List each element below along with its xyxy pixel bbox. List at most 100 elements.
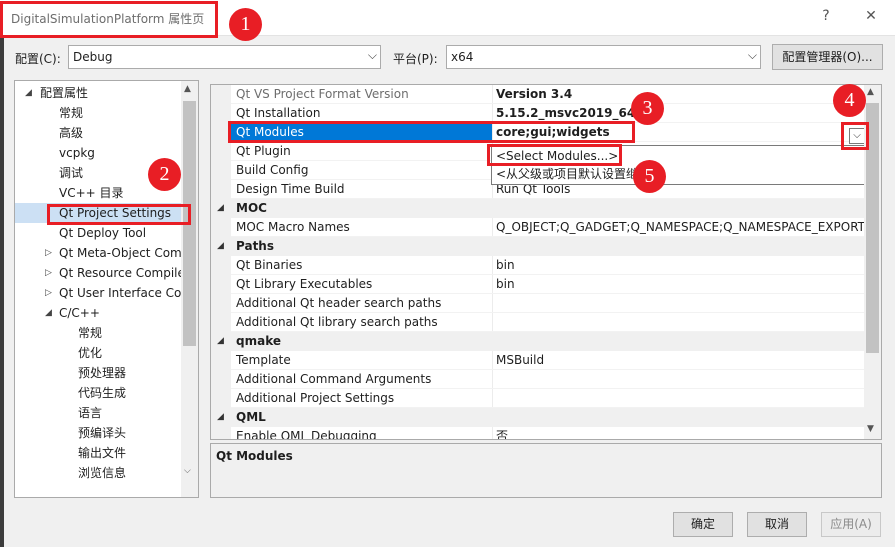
collapsed-arrow-icon[interactable]: ▷ [45,243,52,263]
row-gutter [211,180,231,199]
property-value[interactable]: MSBuild [496,351,544,370]
tree-item-label: Qt Meta-Object Com [59,246,182,260]
tree-scrollbar[interactable]: ▲ ⌵ [181,81,198,497]
tree-item[interactable]: 优化 [15,343,181,363]
row-gutter [211,142,231,161]
property-value[interactable]: bin [496,256,515,275]
property-value[interactable]: Version 3.4 [496,85,572,104]
scroll-down-icon[interactable]: ▼ [867,424,874,434]
dropdown-button[interactable]: ⌵ [849,128,865,144]
property-row[interactable]: Qt Installation 5.15.2_msvc2019_64 [211,104,866,123]
property-row[interactable]: Qt Library Executables bin [211,275,866,294]
property-row[interactable]: Qt VS Project Format Version Version 3.4 [211,85,866,104]
scroll-up-icon[interactable]: ▲ [184,84,191,94]
property-row[interactable]: Enable QML Debugging 否 [211,427,866,439]
platform-label: 平台(P): [393,52,438,66]
column-separator [492,370,493,389]
config-select[interactable]: Debug ⌵ [68,45,381,69]
property-scrollbar[interactable]: ▲ ▼ [864,85,881,439]
cancel-button[interactable]: 取消 [747,512,807,537]
tree-item[interactable]: 输出文件 [15,443,181,463]
tree-item-label: 常规 [78,326,103,340]
property-value[interactable]: bin [496,275,515,294]
tree-item[interactable]: 常规 [15,323,181,343]
expanded-arrow-icon[interactable]: ◢ [217,408,224,427]
config-value: Debug [73,50,113,64]
column-separator [492,427,493,439]
tree-item[interactable]: ▷ Qt Meta-Object Com [15,243,182,263]
expanded-arrow-icon[interactable]: ◢ [217,237,224,256]
platform-select[interactable]: x64 ⌵ [446,45,761,69]
tree-item-label: VC++ 目录 [59,186,124,200]
tree-item[interactable]: Qt Deploy Tool [15,223,181,243]
tree-item[interactable]: 常规 [15,103,181,123]
column-separator [492,294,493,313]
tree-item[interactable]: ▷ Qt User Interface Co [15,283,181,303]
property-row[interactable]: Additional Qt header search paths [211,294,866,313]
property-value[interactable]: Q_OBJECT;Q_GADGET;Q_NAMESPACE;Q_NAMESPAC… [496,218,865,237]
apply-button[interactable]: 应用(A) [821,512,881,537]
property-row[interactable]: MOC Macro Names Q_OBJECT;Q_GADGET;Q_NAMES… [211,218,866,237]
property-row[interactable]: Qt Modules core;gui;widgets [211,123,866,142]
expanded-arrow-icon[interactable]: ◢ [217,332,224,351]
property-name: Template [236,353,291,367]
scroll-down-icon[interactable]: ⌵ [184,466,191,476]
property-category[interactable]: ◢ MOC [211,199,866,218]
tree-item[interactable]: 浏览信息 [15,463,181,483]
tree-item[interactable]: 预处理器 [15,363,181,383]
tree-item-label: Qt Project Settings [59,206,172,220]
scroll-thumb[interactable] [866,103,879,353]
scroll-up-icon[interactable]: ▲ [867,87,874,97]
property-row[interactable]: Template MSBuild [211,351,866,370]
tree-item[interactable]: 高级 [15,123,181,143]
tree-item-label: 预编译头 [78,426,127,440]
tree-root[interactable]: ◢ 配置属性 [15,83,181,103]
help-icon[interactable]: ? [816,8,836,24]
title-bar: DigitalSimulationPlatform 属性页 ? ✕ [0,0,895,36]
modules-dropdown-list: <Select Modules...> <从父级或项目默认设置继 [491,145,866,185]
property-name: MOC Macro Names [236,220,350,234]
property-row[interactable]: Qt Binaries bin [211,256,866,275]
window-title: DigitalSimulationPlatform 属性页 [11,12,205,26]
tree-item-label: 输出文件 [78,446,127,460]
dropdown-item-inherit[interactable]: <从父级或项目默认设置继 [496,165,638,183]
property-value[interactable]: core;gui;widgets [496,123,610,142]
configuration-manager-button[interactable]: 配置管理器(O)... [772,44,883,70]
row-gutter [211,85,231,104]
property-row[interactable]: Additional Qt library search paths [211,313,866,332]
property-row[interactable]: Additional Command Arguments [211,370,866,389]
annotation-badge-3: 3 [631,92,664,125]
property-value[interactable]: 否 [496,427,508,439]
property-name: Qt VS Project Format Version [236,87,409,101]
ok-button[interactable]: 确定 [673,512,733,537]
tree-item[interactable]: ▷ Qt Resource Compile [15,263,185,283]
property-name: Qt Modules [236,125,304,139]
property-row[interactable]: Additional Project Settings [211,389,866,408]
property-grid: Qt VS Project Format Version Version 3.4 Q… [210,84,882,440]
expanded-arrow-icon[interactable]: ◢ [45,303,52,323]
collapsed-arrow-icon[interactable]: ▷ [45,283,52,303]
property-name: Additional Command Arguments [236,372,432,386]
close-icon[interactable]: ✕ [861,8,881,24]
property-value[interactable]: 5.15.2_msvc2019_64 [496,104,635,123]
scroll-thumb[interactable] [183,101,196,346]
property-category[interactable]: ◢ qmake [211,332,866,351]
column-separator [492,104,493,123]
collapsed-arrow-icon[interactable]: ▷ [45,263,52,283]
expanded-arrow-icon[interactable]: ◢ [217,199,224,218]
tree-item[interactable]: Qt Project Settings [15,203,181,223]
property-category[interactable]: ◢ Paths [211,237,866,256]
dropdown-item-select-modules[interactable]: <Select Modules...> [496,147,618,165]
annotation-badge-1: 1 [229,8,262,41]
annotation-badge-2: 2 [148,158,181,191]
tree-item[interactable]: ◢ C/C++ [15,303,181,323]
category-label: Paths [236,239,274,253]
property-tree: ◢ 配置属性 常规 高级 vcpkg 调试 VC++ 目录 Qt Project Sett… [14,80,199,498]
property-category[interactable]: ◢ QML [211,408,866,427]
property-name: Design Time Build [236,182,345,196]
column-separator [492,218,493,237]
property-name: Qt Plugin [236,144,291,158]
tree-item[interactable]: 代码生成 [15,383,181,403]
tree-item[interactable]: 语言 [15,403,181,423]
tree-item[interactable]: 预编译头 [15,423,181,443]
